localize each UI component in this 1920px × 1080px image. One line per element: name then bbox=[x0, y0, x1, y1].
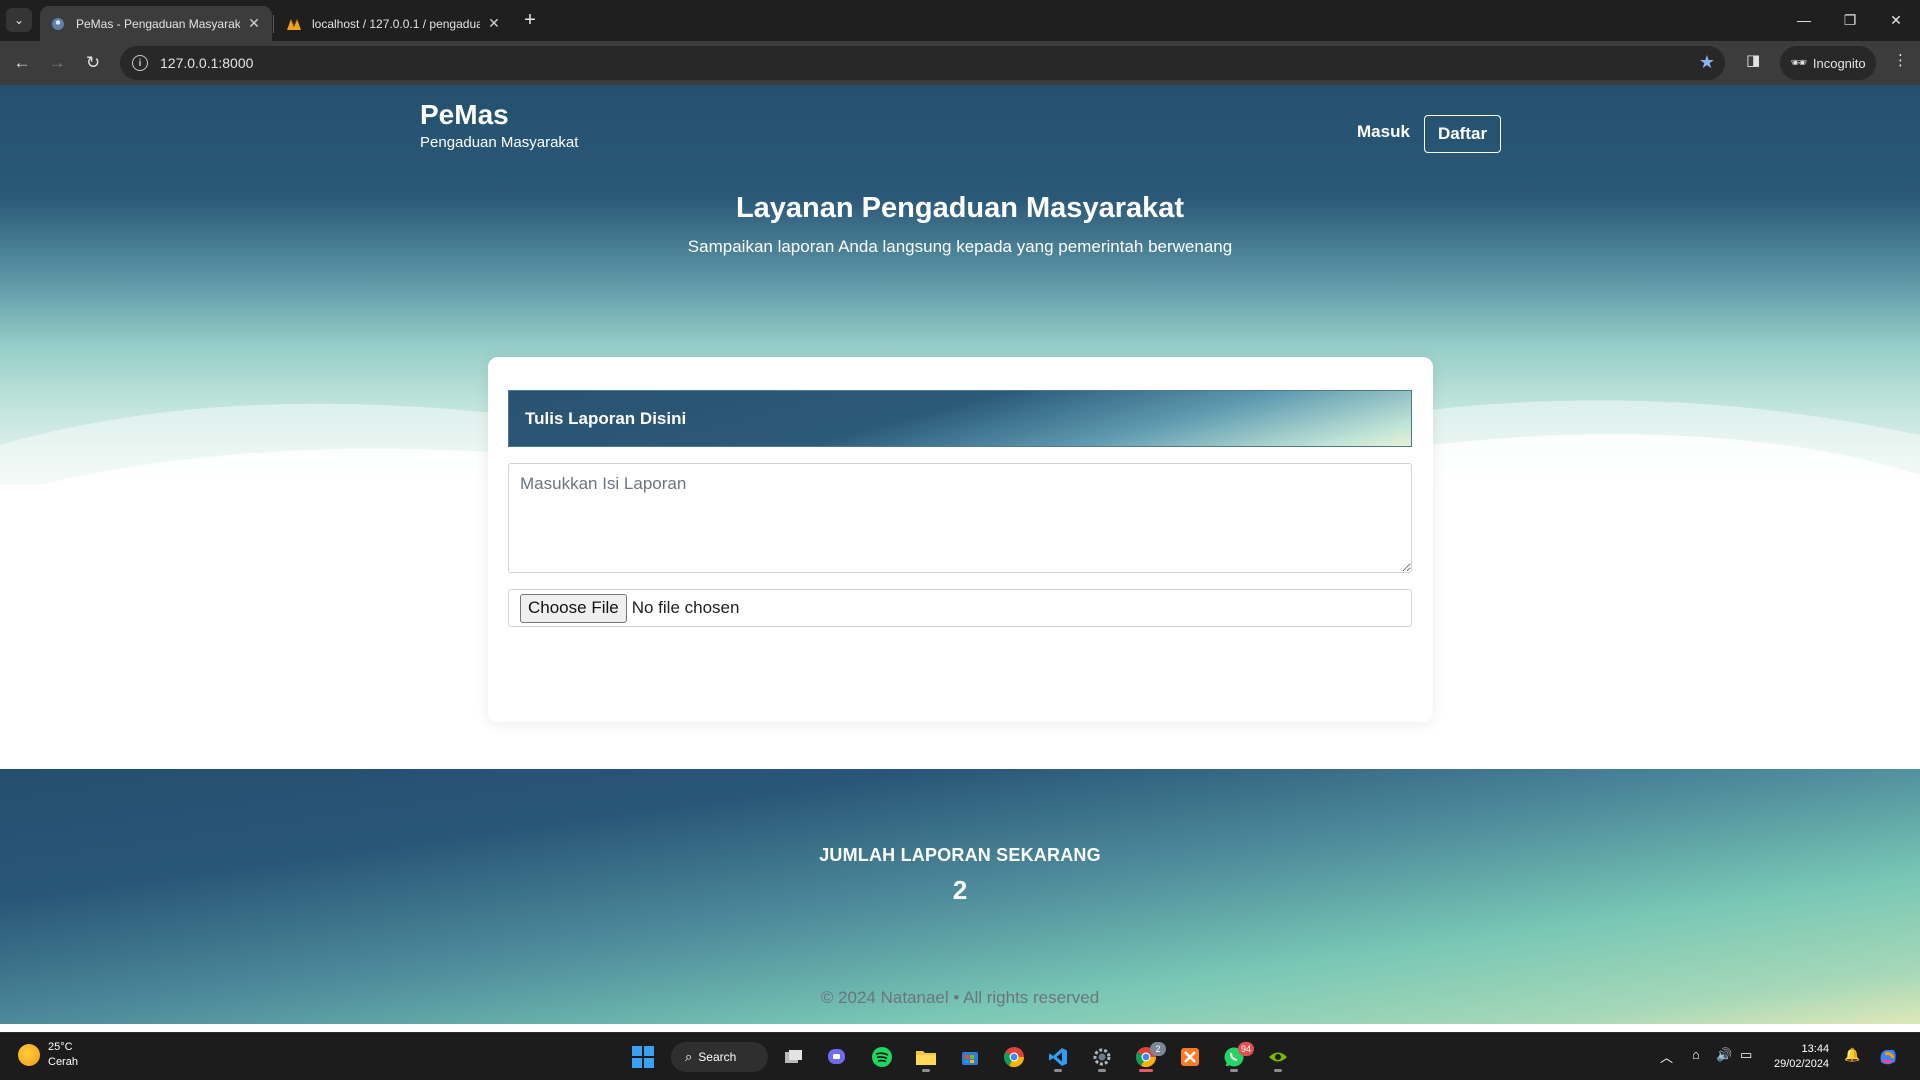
login-link[interactable]: Masuk bbox=[1357, 122, 1410, 142]
clock-date: 29/02/2024 bbox=[1774, 1058, 1830, 1070]
site-favicon-icon bbox=[50, 16, 66, 32]
vscode-icon[interactable] bbox=[1042, 1041, 1074, 1073]
running-indicator bbox=[1230, 1069, 1238, 1072]
weather-description: Cerah bbox=[48, 1056, 78, 1068]
windows-logo-icon bbox=[632, 1046, 654, 1068]
incognito-indicator[interactable]: 🕶 Incognito bbox=[1780, 46, 1876, 80]
close-tab-icon[interactable]: ✕ bbox=[246, 15, 262, 32]
incognito-icon: 🕶 bbox=[1790, 55, 1807, 70]
report-form-header: Tulis Laporan Disini bbox=[508, 390, 1412, 447]
reload-icon[interactable]: ↻ bbox=[79, 49, 107, 77]
brand-title: PeMas bbox=[420, 99, 509, 130]
search-icon: ⌕ bbox=[685, 1049, 693, 1064]
back-icon[interactable]: ← bbox=[8, 49, 36, 77]
web-page: PeMas Pengaduan Masyarakat Masuk Daftar … bbox=[0, 85, 1920, 1032]
register-button[interactable]: Daftar bbox=[1424, 115, 1501, 153]
hero-subtitle: Sampaikan laporan Anda langsung kepada y… bbox=[687, 237, 1233, 256]
system-clock[interactable]: 13:44 29/02/2024 bbox=[1774, 1042, 1829, 1072]
running-indicator bbox=[1139, 1069, 1153, 1072]
tab-pemas[interactable]: PeMas - Pengaduan Masyarakat ✕ bbox=[40, 6, 272, 41]
report-count-section: JUMLAH LAPORAN SEKARANG 2 bbox=[0, 769, 1920, 1024]
running-indicator bbox=[1054, 1069, 1062, 1072]
notification-bell-icon[interactable]: 🔔 bbox=[1844, 1047, 1860, 1063]
taskbar-search[interactable]: ⌕ Search bbox=[671, 1042, 768, 1072]
whatsapp-icon[interactable]: 94 bbox=[1218, 1041, 1254, 1073]
forward-icon[interactable]: → bbox=[43, 49, 71, 77]
running-indicator bbox=[1098, 1069, 1106, 1072]
incognito-label: Incognito bbox=[1812, 55, 1866, 71]
spotify-icon[interactable] bbox=[866, 1041, 898, 1073]
search-label: Search bbox=[698, 1050, 737, 1064]
tab-title: PeMas - Pengaduan Masyarakat bbox=[76, 16, 240, 31]
close-window-icon[interactable]: ✕ bbox=[1876, 6, 1916, 34]
file-explorer-icon[interactable] bbox=[910, 1041, 942, 1073]
chrome-icon[interactable] bbox=[998, 1041, 1030, 1073]
network-icon[interactable]: ⌂ bbox=[1692, 1047, 1700, 1062]
footer-copyright: © 2024 Natanael • All rights reserved bbox=[820, 988, 1100, 1007]
teams-chat-icon[interactable] bbox=[822, 1041, 854, 1073]
new-tab-button[interactable]: + bbox=[518, 8, 542, 32]
browser-tab-bar: ⌄ PeMas - Pengaduan Masyarakat ✕ localho… bbox=[0, 0, 1920, 41]
file-upload-field[interactable]: Choose File No file chosen bbox=[508, 589, 1412, 627]
windows-taskbar: 25°C Cerah ⌕ Search 2 94 ︿ ⌂ 🔊 ▭ 13:44 2… bbox=[0, 1032, 1920, 1080]
start-button[interactable] bbox=[627, 1041, 659, 1073]
side-panel-icon[interactable]: ◨ bbox=[1746, 51, 1760, 69]
weather-temperature: 25°C bbox=[48, 1041, 73, 1053]
weather-sun-icon bbox=[18, 1044, 40, 1066]
nvidia-icon[interactable] bbox=[1262, 1041, 1294, 1073]
tray-overflow-chevron-icon[interactable]: ︿ bbox=[1660, 1047, 1673, 1066]
volume-icon[interactable]: 🔊 bbox=[1716, 1047, 1732, 1063]
report-count-value: 2 bbox=[952, 875, 968, 905]
brand-subtitle: Pengaduan Masyarakat bbox=[420, 133, 579, 151]
choose-file-button[interactable]: Choose File bbox=[520, 593, 627, 623]
microsoft-store-icon[interactable] bbox=[954, 1041, 986, 1073]
file-status-text: No file chosen bbox=[631, 598, 740, 617]
bookmark-star-icon[interactable]: ★ bbox=[1699, 52, 1715, 73]
minimize-icon[interactable]: — bbox=[1784, 6, 1824, 34]
tab-search-button[interactable]: ⌄ bbox=[6, 8, 32, 32]
running-indicator bbox=[1274, 1069, 1282, 1072]
clock-time: 13:44 bbox=[1801, 1043, 1830, 1055]
running-indicator bbox=[922, 1069, 930, 1072]
report-textarea[interactable] bbox=[508, 463, 1412, 573]
whatsapp-badge: 94 bbox=[1237, 1042, 1254, 1056]
chrome-incognito-icon[interactable]: 2 bbox=[1130, 1041, 1166, 1073]
report-form-card: Tulis Laporan Disini Choose File No file… bbox=[488, 357, 1433, 722]
weather-widget[interactable]: 25°C Cerah bbox=[18, 1040, 78, 1070]
hero-title: Layanan Pengaduan Masyarakat bbox=[735, 192, 1185, 224]
chrome-badge: 2 bbox=[1150, 1042, 1166, 1056]
tab-divider bbox=[273, 15, 274, 33]
tab-phpmyadmin[interactable]: localhost / 127.0.0.1 / pengaduan ✕ bbox=[276, 6, 512, 41]
address-bar[interactable]: i 127.0.0.1:8000 ★ bbox=[120, 46, 1725, 80]
battery-icon[interactable]: ▭ bbox=[1740, 1047, 1752, 1063]
tab-title: localhost / 127.0.0.1 / pengaduan bbox=[312, 16, 480, 31]
site-info-icon[interactable]: i bbox=[132, 55, 148, 71]
copilot-icon[interactable] bbox=[1872, 1041, 1904, 1073]
settings-gear-icon[interactable] bbox=[1086, 1041, 1118, 1073]
browser-toolbar: ← → ↻ i 127.0.0.1:8000 ★ ◨ 🕶 Incognito ⋮ bbox=[0, 41, 1920, 85]
close-tab-icon[interactable]: ✕ bbox=[486, 15, 502, 32]
phpmyadmin-favicon-icon bbox=[286, 16, 302, 32]
brand[interactable]: PeMas Pengaduan Masyarakat bbox=[420, 98, 578, 151]
xampp-icon[interactable] bbox=[1174, 1041, 1206, 1073]
task-view-icon[interactable] bbox=[778, 1041, 810, 1073]
url-text: 127.0.0.1:8000 bbox=[160, 55, 254, 71]
menu-kebab-icon[interactable]: ⋮ bbox=[1893, 51, 1908, 69]
restore-icon[interactable]: ❐ bbox=[1830, 6, 1870, 34]
report-count-label: JUMLAH LAPORAN SEKARANG bbox=[819, 845, 1101, 865]
